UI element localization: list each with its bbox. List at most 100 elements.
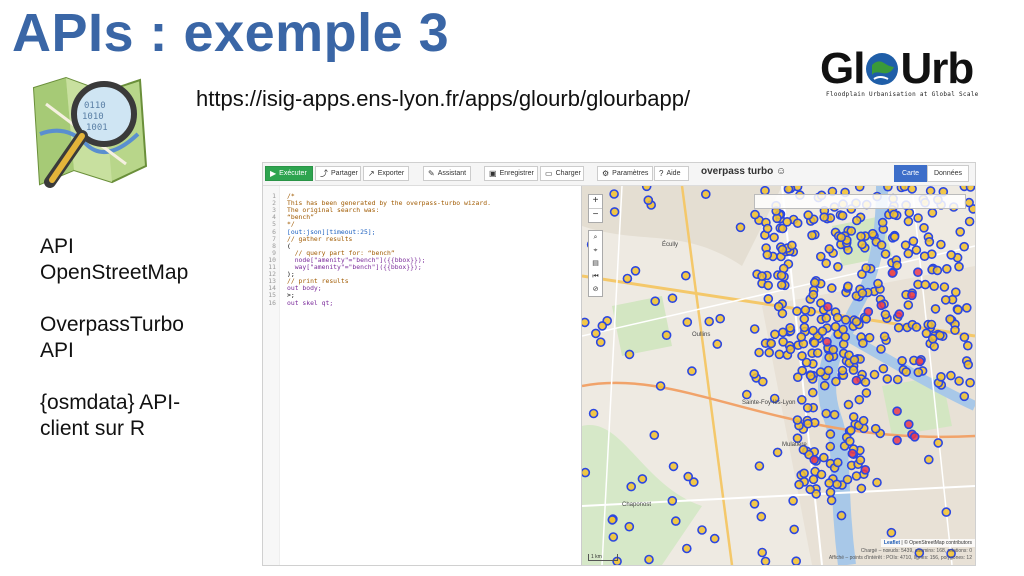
poi-marker[interactable] <box>802 403 813 413</box>
poi-marker[interactable] <box>756 511 767 522</box>
poi-marker[interactable] <box>861 263 871 273</box>
poi-marker[interactable] <box>869 369 880 380</box>
poi-marker[interactable] <box>953 305 963 315</box>
poi-marker[interactable] <box>793 372 803 382</box>
poi-marker[interactable] <box>760 556 771 565</box>
poi-marker[interactable] <box>936 239 946 250</box>
poi-marker[interactable] <box>742 389 752 400</box>
poi-marker[interactable] <box>799 314 810 324</box>
poi-marker[interactable] <box>857 239 867 250</box>
poi-marker[interactable] <box>844 436 855 447</box>
poi-marker[interactable] <box>757 271 767 281</box>
poi-marker[interactable] <box>889 232 900 242</box>
poi-marker[interactable] <box>682 543 692 554</box>
poi-marker[interactable] <box>932 265 943 276</box>
poi-marker[interactable] <box>810 277 820 288</box>
poi-marker[interactable] <box>750 209 760 220</box>
poi-marker[interactable] <box>808 325 818 336</box>
poi-marker[interactable] <box>712 339 723 349</box>
poi-marker[interactable] <box>754 347 764 358</box>
poi-marker[interactable] <box>954 261 964 272</box>
locate-icon[interactable]: ⌖ <box>589 244 602 257</box>
poi-marker[interactable] <box>856 231 866 242</box>
poi-marker[interactable] <box>848 412 859 422</box>
poi-marker[interactable] <box>892 260 902 271</box>
poi-marker[interactable] <box>782 216 792 227</box>
poi-marker[interactable] <box>832 479 842 490</box>
poi-marker[interactable] <box>762 223 773 234</box>
poi-marker[interactable] <box>858 415 869 426</box>
poi-marker[interactable] <box>829 409 840 420</box>
poi-marker[interactable] <box>929 341 940 352</box>
poi-marker[interactable] <box>609 189 619 199</box>
poi-marker[interactable] <box>683 471 693 482</box>
poi-marker[interactable] <box>749 498 760 509</box>
poi-marker[interactable] <box>933 438 944 448</box>
poi-marker[interactable] <box>687 366 697 376</box>
poi-marker[interactable] <box>860 377 871 387</box>
poi-marker[interactable] <box>582 467 591 478</box>
poi-marker[interactable] <box>641 186 652 192</box>
poi-marker[interactable] <box>941 507 952 517</box>
share-button[interactable]: ⤴ Partager <box>315 166 361 181</box>
poi-marker[interactable] <box>959 332 970 342</box>
poi-marker[interactable] <box>939 282 950 292</box>
poi-marker[interactable] <box>809 338 820 348</box>
poi-marker[interactable] <box>704 316 714 327</box>
poi-marker[interactable] <box>854 186 865 192</box>
poi-marker[interactable] <box>919 222 929 233</box>
poi-marker[interactable] <box>965 186 975 192</box>
poi-marker[interactable] <box>861 388 872 398</box>
poi-marker[interactable] <box>965 377 975 388</box>
poi-marker[interactable] <box>819 380 830 391</box>
poi-marker[interactable] <box>825 487 836 498</box>
poi-marker[interactable] <box>819 452 829 463</box>
poi-marker[interactable] <box>701 189 711 199</box>
poi-marker[interactable] <box>946 370 956 381</box>
poi-marker[interactable] <box>799 468 809 479</box>
poi-marker[interactable] <box>791 556 801 565</box>
poi-marker[interactable] <box>945 314 955 324</box>
poi-marker[interactable] <box>644 554 654 565</box>
poi-marker[interactable] <box>851 471 862 481</box>
poi-marker[interactable] <box>857 288 868 298</box>
poi-marker[interactable] <box>954 376 964 386</box>
poi-marker[interactable] <box>807 230 817 241</box>
poi-marker[interactable] <box>682 317 693 327</box>
poi-marker[interactable] <box>962 340 973 351</box>
poi-marker[interactable] <box>907 186 917 194</box>
poi-marker[interactable] <box>757 547 767 558</box>
poi-marker[interactable] <box>649 430 660 440</box>
poi-marker[interactable] <box>770 329 780 340</box>
poi-marker[interactable] <box>915 356 925 367</box>
poi-marker[interactable] <box>824 478 834 488</box>
poi-marker[interactable] <box>626 481 637 492</box>
poi-marker[interactable] <box>964 197 974 208</box>
poi-marker[interactable] <box>591 328 601 339</box>
poi-marker[interactable] <box>630 266 641 276</box>
poi-marker[interactable] <box>856 483 867 494</box>
poi-marker[interactable] <box>821 408 831 419</box>
poi-marker[interactable] <box>846 425 856 436</box>
zoom-in-button[interactable]: + <box>589 195 602 208</box>
image-icon[interactable]: ▤ <box>589 257 602 270</box>
poi-marker[interactable] <box>776 280 787 290</box>
poi-marker[interactable] <box>766 338 776 349</box>
poi-marker[interactable] <box>876 300 887 311</box>
poi-marker[interactable] <box>826 495 837 506</box>
poi-marker[interactable] <box>955 226 966 237</box>
poi-marker[interactable] <box>851 375 862 386</box>
poi-marker[interactable] <box>624 521 635 532</box>
poi-marker[interactable] <box>900 240 911 251</box>
poi-marker[interactable] <box>597 321 608 331</box>
poi-marker[interactable] <box>909 432 920 442</box>
poi-marker[interactable] <box>919 251 930 261</box>
poi-marker[interactable] <box>769 232 779 243</box>
poi-marker[interactable] <box>777 308 788 319</box>
help-button[interactable]: ? Aide <box>654 166 689 181</box>
poi-marker[interactable] <box>911 322 922 332</box>
app-url[interactable]: https://isig-apps.ens-lyon.fr/apps/glour… <box>196 86 690 112</box>
code-editor[interactable]: 1/* 2 This has been generated by the overp… <box>263 186 582 565</box>
poi-marker[interactable] <box>805 484 815 495</box>
poi-marker[interactable] <box>904 207 915 218</box>
